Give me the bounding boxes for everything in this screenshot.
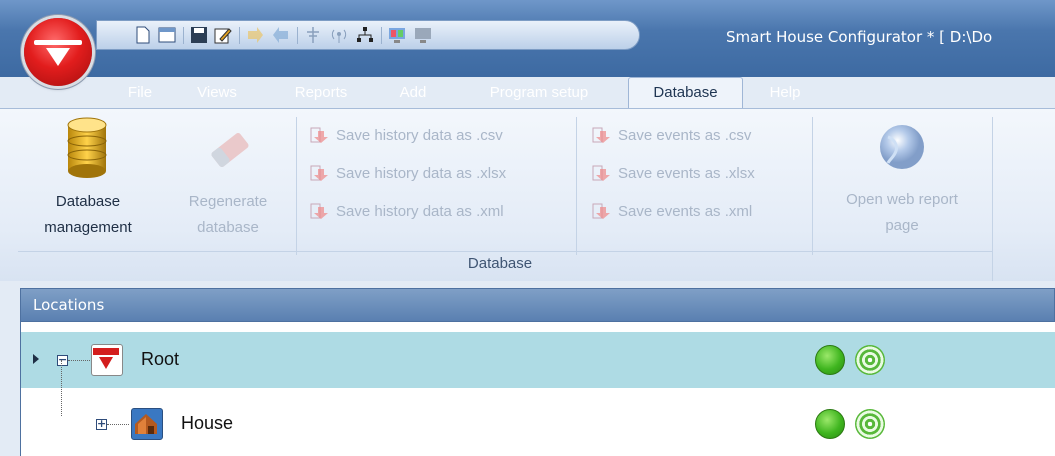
- tab-help[interactable]: Help: [761, 80, 809, 108]
- edit-icon[interactable]: [213, 25, 233, 45]
- ribbon-separator: [812, 117, 813, 255]
- save-history-csv-button[interactable]: Save history data as .csv: [310, 123, 503, 147]
- save-events-csv-label: Save events as .csv: [618, 126, 752, 144]
- new-document-icon[interactable]: [133, 25, 153, 45]
- antenna-icon[interactable]: [303, 25, 323, 45]
- tree-node-label: House: [181, 413, 234, 433]
- tab-add[interactable]: Add: [393, 80, 433, 108]
- locations-tree: − Root + House: [20, 322, 1055, 456]
- globe-icon: [880, 125, 924, 169]
- open-web-report-label-line2: page: [885, 217, 919, 234]
- toolbar-separator: [297, 27, 298, 44]
- house-icon: [131, 408, 163, 440]
- status-online-icon: [815, 409, 845, 439]
- regenerate-database-button[interactable]: Regenerate database: [168, 113, 288, 245]
- eraser-icon: [211, 133, 249, 167]
- ribbon-panel: Database management Regenerate database …: [0, 108, 1055, 281]
- save-events-icon: [592, 201, 616, 221]
- database-icon: [67, 117, 107, 178]
- expand-toggle[interactable]: +: [96, 418, 107, 430]
- save-events-xlsx-label: Save events as .xlsx: [618, 164, 755, 182]
- save-history-icon: [310, 125, 334, 145]
- tree-connector: [107, 424, 129, 426]
- tab-program-setup[interactable]: Program setup: [468, 80, 610, 108]
- save-events-xml-label: Save events as .xml: [618, 202, 753, 220]
- tree-connector: [68, 360, 90, 362]
- tab-file[interactable]: File: [122, 80, 158, 108]
- network-icon[interactable]: [355, 25, 375, 45]
- database-management-button[interactable]: Database management: [18, 113, 158, 245]
- toolbar-separator: [381, 27, 382, 44]
- tab-views[interactable]: Views: [192, 80, 242, 108]
- save-events-xml-button[interactable]: Save events as .xml: [592, 199, 752, 223]
- save-history-xlsx-label: Save history data as .xlsx: [336, 164, 507, 182]
- tree-node-house[interactable]: + House: [21, 360, 1055, 452]
- save-icon[interactable]: [189, 25, 209, 45]
- row-pointer-icon: [33, 354, 39, 364]
- save-history-icon: [310, 201, 334, 221]
- quick-access-toolbar: [96, 20, 640, 50]
- status-online-icon: [815, 345, 845, 375]
- tree-connector: [61, 360, 63, 416]
- tree-node-label: Root: [141, 349, 180, 369]
- database-management-label-line2: management: [44, 219, 132, 236]
- ribbon-separator: [992, 117, 993, 281]
- tab-reports[interactable]: Reports: [283, 80, 359, 108]
- logo-triangle-icon: [46, 48, 70, 66]
- open-web-report-label-line1: Open web report: [846, 191, 958, 208]
- root-node-icon: [91, 344, 123, 376]
- ribbon-separator: [576, 117, 577, 255]
- save-events-xlsx-button[interactable]: Save events as .xlsx: [592, 161, 755, 185]
- ribbon-group-label: Database: [467, 255, 533, 272]
- save-events-csv-button[interactable]: Save events as .csv: [592, 123, 751, 147]
- save-history-csv-label: Save history data as .csv: [336, 126, 503, 144]
- application-menu-button[interactable]: [24, 18, 92, 86]
- save-history-icon: [310, 163, 334, 183]
- ribbon-separator: [296, 117, 297, 255]
- monitor-icon[interactable]: [413, 25, 433, 45]
- save-history-xlsx-button[interactable]: Save history data as .xlsx: [310, 161, 506, 185]
- locations-header: Locations: [20, 288, 1055, 322]
- open-web-report-button[interactable]: Open web report page: [816, 113, 988, 245]
- export-icon[interactable]: [271, 25, 291, 45]
- import-icon[interactable]: [245, 25, 265, 45]
- tree-node-root[interactable]: − Root: [21, 332, 1055, 388]
- regenerate-label-line2: database: [197, 219, 259, 236]
- wireless-icon[interactable]: [329, 25, 349, 45]
- database-management-label-line1: Database: [55, 193, 121, 210]
- logo-bar: [34, 40, 82, 45]
- save-events-icon: [592, 125, 616, 145]
- save-events-icon: [592, 163, 616, 183]
- wireless-signal-icon: [855, 345, 885, 375]
- wireless-signal-icon: [855, 409, 885, 439]
- toolbar-separator: [183, 27, 184, 44]
- regenerate-label-line1: Regenerate: [188, 193, 268, 210]
- monitor-color-icon[interactable]: [387, 25, 407, 45]
- window-title: Smart House Configurator * [ D:\Do: [726, 28, 993, 46]
- ribbon-group-divider: [18, 251, 992, 252]
- save-history-xml-button[interactable]: Save history data as .xml: [310, 199, 504, 223]
- open-icon[interactable]: [157, 25, 177, 45]
- save-history-xml-label: Save history data as .xml: [336, 202, 504, 220]
- toolbar-separator: [239, 27, 240, 44]
- tab-database[interactable]: Database: [628, 77, 743, 109]
